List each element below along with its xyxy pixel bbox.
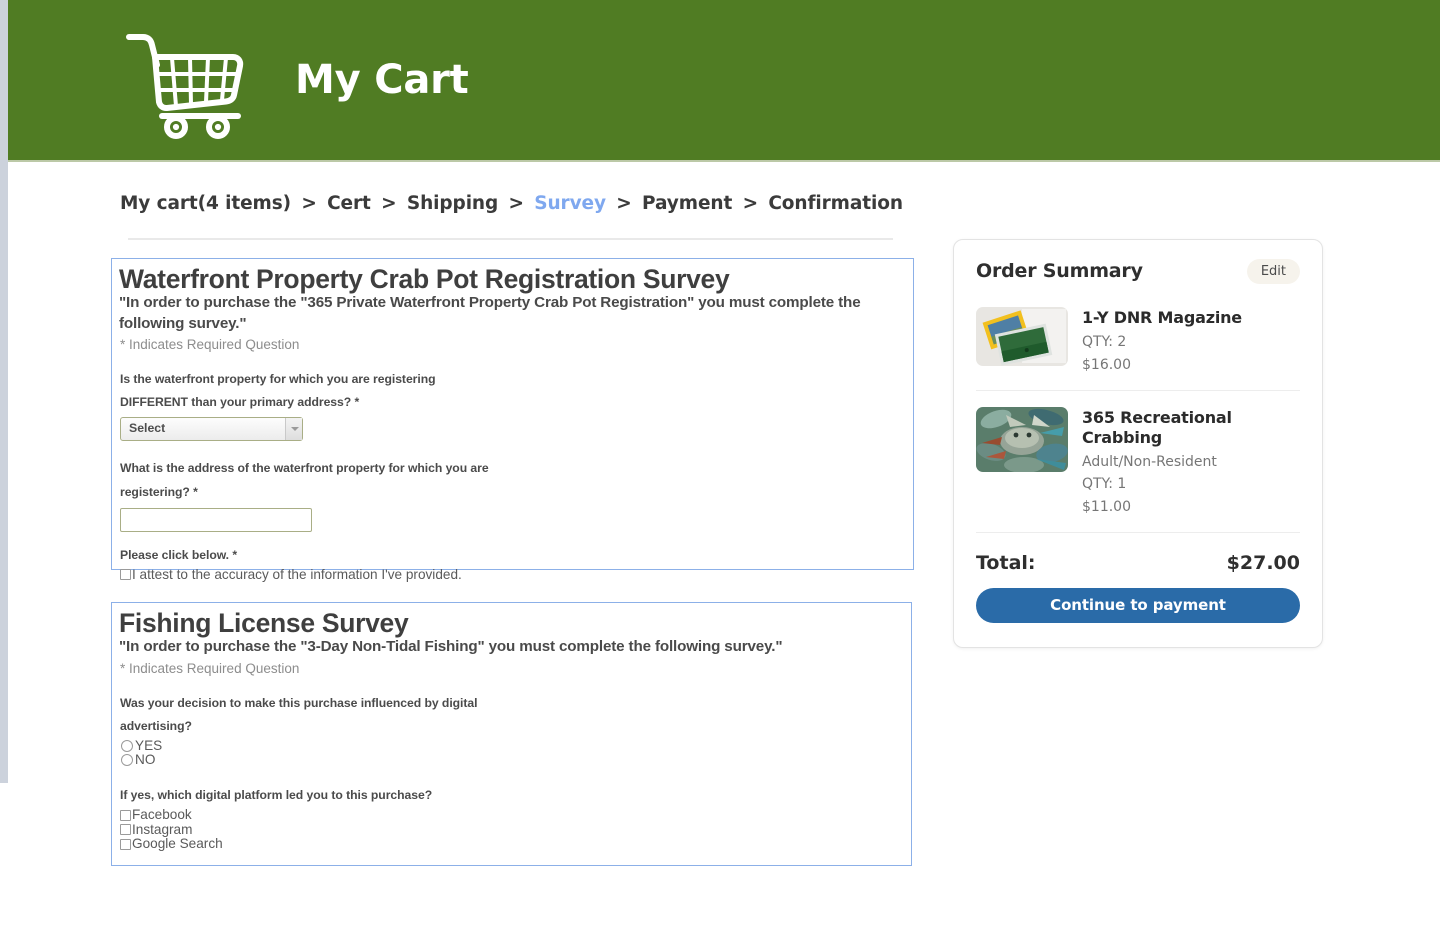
order-summary-card: Order Summary Edit 1-Y DNR Magazine QTY:… — [953, 239, 1323, 648]
survey-title: Waterfront Property Crab Pot Registratio… — [119, 264, 730, 294]
order-summary-header: Order Summary Edit — [976, 240, 1300, 302]
order-line-item: 1-Y DNR Magazine QTY: 2 $16.00 — [976, 302, 1300, 390]
question-label-please-click: Please click below. * — [120, 547, 238, 562]
question-label-line1: What is the address of the waterfront pr… — [120, 461, 489, 476]
breadcrumb-separator: > — [616, 193, 632, 214]
order-total-label: Total: — [976, 551, 1036, 574]
order-item-name: 365 Recreational Crabbing — [1082, 407, 1232, 447]
select-value: Select — [129, 421, 166, 436]
checkbox-icon-attest[interactable] — [120, 569, 131, 581]
page-scroll-gutter[interactable] — [0, 0, 8, 783]
radio-icon-yes[interactable] — [121, 739, 133, 752]
question-label-line2: DIFFERENT than your primary address? * — [120, 395, 360, 410]
chevron-down-icon[interactable] — [285, 418, 302, 441]
checkbox-icon-facebook[interactable] — [120, 809, 131, 821]
order-item-subtitle: Adult/Non-Resident — [1082, 453, 1217, 470]
continue-to-payment-button[interactable]: Continue to payment — [976, 587, 1300, 623]
radio-label-no: NO — [135, 752, 156, 768]
magazine-thumbnail — [976, 307, 1068, 366]
breadcrumb-separator: > — [742, 193, 759, 214]
breadcrumb-item-cert[interactable]: Cert — [327, 193, 371, 214]
order-item-price: $11.00 — [1082, 499, 1131, 516]
order-item-qty: QTY: 2 — [1082, 334, 1127, 350]
order-total-row: Total: $27.00 — [976, 533, 1300, 588]
survey-card-waterfront: Waterfront Property Crab Pot Registratio… — [111, 258, 914, 581]
edit-cart-button[interactable]: Edit — [1246, 258, 1300, 284]
crab-thumbnail — [976, 406, 1068, 472]
checkbox-icon-google-search[interactable] — [120, 838, 131, 850]
breadcrumb-separator: > — [508, 193, 525, 214]
survey-card-fishing: Fishing License Survey "In order to purc… — [111, 602, 912, 866]
breadcrumb: My cart(4 items) > Cert > Shipping > Sur… — [120, 193, 903, 214]
section-divider — [128, 238, 893, 240]
question-label-line2: advertising? — [120, 718, 192, 733]
question-label-line2: registering? * — [120, 484, 198, 499]
survey-intro-text: "In order to purchase the "365 Private W… — [119, 294, 861, 332]
survey-intro-text: "In order to purchase the "3-Day Non-Tid… — [119, 638, 783, 656]
order-total-value: $27.00 — [1226, 551, 1300, 574]
breadcrumb-item-shipping[interactable]: Shipping — [407, 193, 498, 214]
required-question-note: * Indicates Required Question — [120, 660, 300, 676]
checkbox-label-instagram: Instagram — [132, 821, 193, 837]
breadcrumb-item-confirmation[interactable]: Confirmation — [768, 193, 903, 214]
shopping-cart-icon — [121, 21, 261, 139]
site-header: My Cart — [8, 0, 1440, 162]
checkbox-label-attest: I attest to the accuracy of the informat… — [132, 566, 462, 582]
required-question-note: * Indicates Required Question — [120, 337, 300, 353]
question-label-platform: If yes, which digital platform led you t… — [120, 788, 433, 803]
checkbox-label-google-search: Google Search — [132, 836, 223, 852]
question-digital-advertising: Was your decision to make this purchase … — [118, 692, 905, 768]
question-label-line1: Is the waterfront property for which you… — [120, 372, 436, 387]
page-title: My Cart — [295, 57, 469, 103]
checkbox-row-google-search[interactable]: Google Search — [120, 837, 905, 851]
survey-title: Fishing License Survey — [119, 608, 409, 638]
checkbox-icon-instagram[interactable] — [120, 824, 131, 836]
radio-icon-no[interactable] — [121, 754, 133, 767]
checkbox-row-facebook[interactable]: Facebook — [120, 808, 905, 822]
order-item-info: 365 Recreational Crabbing Adult/Non-Resi… — [1082, 407, 1300, 516]
order-item-price: $16.00 — [1082, 356, 1131, 373]
radio-row-no[interactable]: NO — [120, 753, 905, 767]
question-attestation: Please click below. * I attest to the ac… — [118, 544, 907, 582]
radio-label-yes: YES — [135, 737, 163, 753]
order-item-name: 1-Y DNR Magazine — [1082, 308, 1242, 327]
breadcrumb-item-payment[interactable]: Payment — [642, 193, 732, 214]
order-line-item: 365 Recreational Crabbing Adult/Non-Resi… — [976, 389, 1300, 532]
question-waterfront-address: What is the address of the waterfront pr… — [118, 457, 907, 532]
breadcrumb-separator: > — [381, 193, 397, 214]
waterfront-address-input[interactable] — [120, 507, 312, 532]
select-different-address[interactable]: Select — [120, 417, 303, 442]
question-label-line1: Was your decision to make this purchase … — [120, 695, 478, 710]
checkbox-label-facebook: Facebook — [132, 807, 192, 823]
radio-row-yes[interactable]: YES — [120, 739, 905, 753]
question-digital-platform: If yes, which digital platform led you t… — [118, 784, 905, 851]
breadcrumb-item-survey[interactable]: Survey — [534, 193, 606, 214]
order-summary-title: Order Summary — [976, 260, 1143, 282]
checkbox-row-attest[interactable]: I attest to the accuracy of the informat… — [120, 568, 907, 582]
breadcrumb-item-my-cart[interactable]: My cart(4 items) — [120, 193, 291, 214]
breadcrumb-separator: > — [301, 193, 317, 214]
question-waterfront-different-address: Is the waterfront property for which you… — [118, 368, 907, 442]
order-item-info: 1-Y DNR Magazine QTY: 2 $16.00 — [1082, 307, 1242, 374]
order-item-qty: QTY: 1 — [1082, 476, 1127, 493]
page-body: My cart(4 items) > Cert > Shipping > Sur… — [8, 162, 1440, 952]
checkbox-row-instagram[interactable]: Instagram — [120, 823, 905, 837]
